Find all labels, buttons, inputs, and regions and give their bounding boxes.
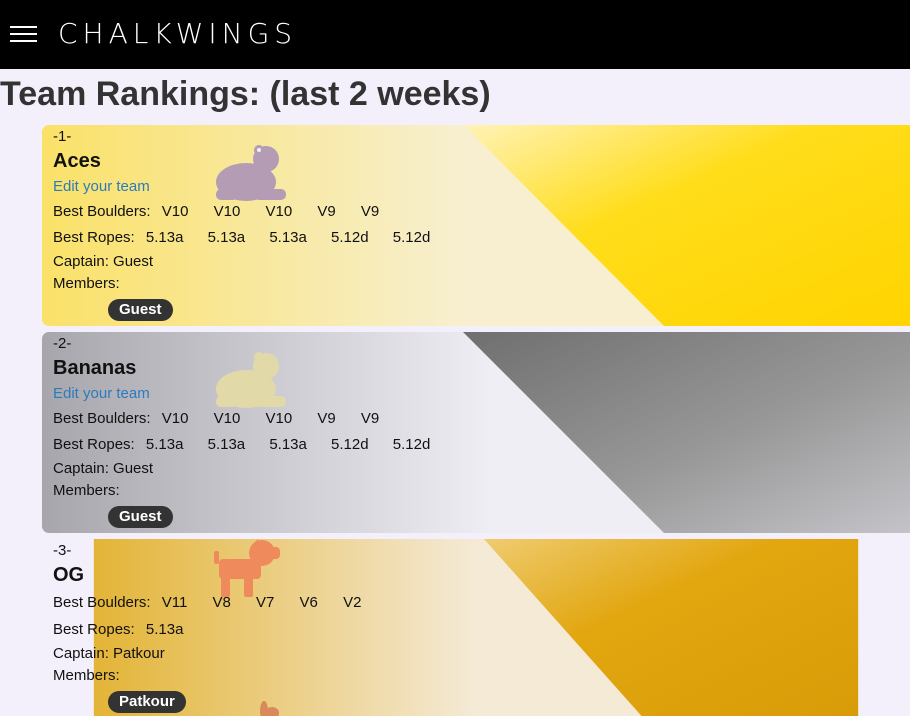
team-captain: Captain: Patkour xyxy=(53,645,165,662)
boulder-grade: V10 xyxy=(161,410,189,427)
members-label: Members: xyxy=(53,275,120,292)
team-info: -2- Bananas Edit your team Best Boulders… xyxy=(53,332,653,533)
member-badge[interactable]: Guest xyxy=(108,299,173,321)
team-rank: -1- xyxy=(53,128,72,145)
members-label: Members: xyxy=(53,482,120,499)
team-info: -1- Aces Edit your team Best Boulders: V… xyxy=(53,125,653,326)
top-navbar: CHALKWINGS xyxy=(0,0,910,69)
member-badge[interactable]: Guest xyxy=(108,506,173,528)
boulder-grade: V6 xyxy=(299,594,318,611)
rabbit-icon xyxy=(260,701,279,716)
rope-grade: 5.13a xyxy=(207,229,246,246)
boulder-grade: V9 xyxy=(317,410,336,427)
member-badge[interactable]: Patkour xyxy=(108,691,186,713)
boulder-grade: V9 xyxy=(360,410,380,427)
best-ropes-label: Best Ropes: xyxy=(53,436,135,453)
rope-grade: 5.13a xyxy=(207,436,246,453)
boulder-grade: V10 xyxy=(265,410,293,427)
best-boulders-label: Best Boulders: xyxy=(53,410,151,427)
best-ropes-row: Best Ropes: 5.13a 5.13a 5.13a 5.12d 5.12… xyxy=(53,436,430,453)
rope-grade: 5.12d xyxy=(392,229,431,246)
best-ropes-label: Best Ropes: xyxy=(53,229,135,246)
team-name: OG xyxy=(53,564,85,586)
rope-grade: 5.13a xyxy=(269,436,307,453)
rope-grade: 5.13a xyxy=(145,229,184,246)
boulder-grade: V10 xyxy=(213,203,241,220)
best-boulders-label: Best Boulders: xyxy=(53,594,151,611)
rope-grade: 5.12d xyxy=(331,229,369,246)
boulder-grade: V10 xyxy=(161,203,189,220)
brand-logo[interactable]: CHALKWINGS xyxy=(58,17,297,50)
team-rank: -3- xyxy=(53,542,72,559)
rope-grade: 5.13a xyxy=(269,229,307,246)
boulder-grade: V8 xyxy=(212,594,231,611)
team-captain: Captain: Guest xyxy=(53,460,154,477)
boulder-grade: V9 xyxy=(317,203,336,220)
boulder-grade: V10 xyxy=(213,410,241,427)
team-name: Aces xyxy=(53,150,101,172)
team-card-og: -3- OG Best Boulders: V11 V8 V7 V6 V2 Be… xyxy=(42,539,910,716)
team-card-aces: -1- Aces Edit your team Best Boulders: V… xyxy=(42,125,910,326)
best-ropes-row: Best Ropes: 5.13a 5.13a 5.13a 5.12d 5.12… xyxy=(53,229,430,246)
rope-grade: 5.13a xyxy=(145,436,184,453)
hamburger-menu-icon[interactable] xyxy=(10,24,37,44)
team-card-bananas: -2- Bananas Edit your team Best Boulders… xyxy=(42,332,910,533)
rope-grade: 5.12d xyxy=(331,436,369,453)
boulder-grade: V11 xyxy=(161,594,188,611)
best-boulders-row: Best Boulders: V11 V8 V7 V6 V2 xyxy=(53,594,361,611)
boulder-grade: V2 xyxy=(343,594,362,611)
boulder-grade: V10 xyxy=(265,203,293,220)
team-captain: Captain: Guest xyxy=(53,253,154,270)
team-info: -3- OG Best Boulders: V11 V8 V7 V6 V2 Be… xyxy=(53,539,653,716)
best-boulders-label: Best Boulders: xyxy=(53,203,151,220)
best-boulders-row: Best Boulders: V10 V10 V10 V9 V9 xyxy=(53,410,379,427)
best-ropes-label: Best Ropes: xyxy=(53,621,135,638)
boulder-grade: V9 xyxy=(360,203,380,220)
rope-grade: 5.13a xyxy=(145,621,184,638)
page-title: Team Rankings: (last 2 weeks) xyxy=(0,75,491,113)
boulder-grade: V7 xyxy=(256,594,275,611)
rope-grade: 5.12d xyxy=(392,436,431,453)
team-rank: -2- xyxy=(53,335,72,352)
edit-team-link[interactable]: Edit your team xyxy=(53,178,150,195)
edit-team-link[interactable]: Edit your team xyxy=(53,385,150,402)
team-name: Bananas xyxy=(53,357,137,379)
members-label: Members: xyxy=(53,667,120,684)
best-boulders-row: Best Boulders: V10 V10 V10 V9 V9 xyxy=(53,203,379,220)
best-ropes-row: Best Ropes: 5.13a xyxy=(53,621,183,638)
